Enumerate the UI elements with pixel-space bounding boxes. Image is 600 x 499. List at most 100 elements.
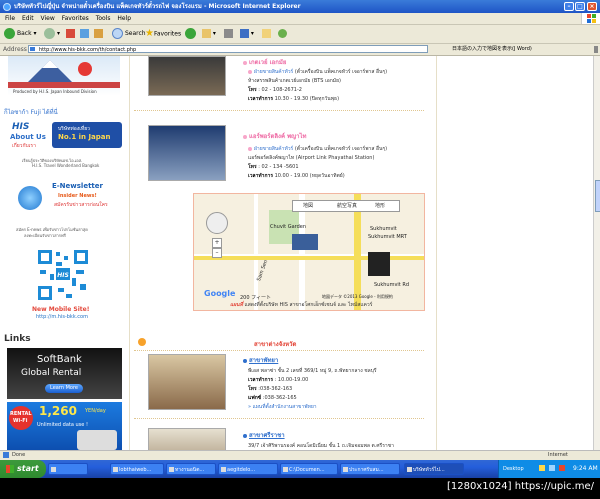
vertical-scrollbar[interactable] <box>593 56 600 450</box>
taskbar-button[interactable]: lobthaiweb... <box>110 463 164 475</box>
window-title-bar[interactable]: บริษัททัวร์ไปญี่ปุ่น จำหน่ายตั๋วเครื่องบ… <box>0 0 600 13</box>
taskbar-button[interactable]: C:\Documen... <box>280 463 338 475</box>
mobile-title[interactable]: New Mobile Site! <box>32 306 89 313</box>
mobile-url[interactable]: http://m.his-bkk.com <box>36 314 88 320</box>
learn-more-button[interactable]: Learn More <box>45 384 83 393</box>
map-tab-map[interactable]: 地図 <box>303 201 313 211</box>
jword-text[interactable]: 日本語の入力で地図を表示(J Word) <box>452 44 532 55</box>
taskbar-button-active[interactable]: บริษัททัวร์ไป... <box>404 463 464 475</box>
page-favicon-icon <box>30 47 35 51</box>
address-input[interactable]: http://www.his-bkk.com/th/contact.php <box>28 45 428 53</box>
taskbar-button[interactable]: ประกาศรับสม... <box>340 463 400 475</box>
svg-text:HIS: HIS <box>57 272 69 279</box>
scrollbar-thumb[interactable] <box>595 180 600 212</box>
branch-map-link-pattaya[interactable]: » แผนที่ตั้งสำนักงานสาขาพัทยา <box>248 403 317 411</box>
close-icon[interactable]: × <box>587 2 597 11</box>
map-pan-control[interactable] <box>206 212 228 234</box>
branch-photo-pattaya <box>148 354 226 410</box>
branch-photo-sriracha <box>148 428 226 450</box>
about-us-title: About Us <box>10 133 46 141</box>
map-type-tabs[interactable]: 地図 航空写真 地形 <box>292 200 400 212</box>
links-heading: Links <box>4 334 31 344</box>
newsletter-banner[interactable]: E-Newsletter Insider News! สมัครรับข่าวส… <box>8 180 124 222</box>
about-us-banner[interactable]: HIS About Us เกี่ยวกับเรา บริษัทท่องเที่… <box>8 120 122 152</box>
newsletter-title: E-Newsletter <box>52 182 103 190</box>
map-tab-satellite[interactable]: 航空写真 <box>337 201 357 211</box>
network-icon[interactable] <box>549 465 555 471</box>
store-photo-airport-link <box>148 125 226 181</box>
separator <box>134 110 424 112</box>
mail-button[interactable]: ▾ <box>202 28 216 40</box>
desktop-toolbar[interactable]: Desktop <box>503 460 524 478</box>
page-done-icon <box>3 452 9 458</box>
softbank-line1: SoftBank <box>37 354 82 365</box>
fuji-link[interactable]: ก็ไอซาก้า Fuji ได้ที่นี่ <box>4 107 58 117</box>
quicklaunch-icon <box>51 467 56 472</box>
quicklaunch[interactable] <box>48 463 88 475</box>
google-logo[interactable]: Google <box>204 289 235 298</box>
menu-tools[interactable]: Tools <box>96 13 111 24</box>
home-button[interactable] <box>94 28 103 40</box>
minimize-icon[interactable]: – <box>564 2 574 11</box>
tray-icon[interactable] <box>559 465 565 471</box>
branch-name-pattaya[interactable]: สาขาพัทยา <box>243 355 278 365</box>
store-hours-gateway: เวลาทำการ 10.30 - 19.30 (ปิดทุกวันพุธ) <box>248 96 340 102</box>
zoom-in-icon[interactable]: + <box>212 238 222 248</box>
history-button[interactable] <box>185 28 198 40</box>
map-marker-image <box>292 234 318 250</box>
print-button[interactable] <box>224 28 233 40</box>
blue-bullet-icon <box>243 433 247 438</box>
forward-button[interactable]: ▾ <box>44 28 60 40</box>
map-copyright[interactable]: 地図データ ©2013 Google - 利用規約 <box>322 294 393 300</box>
tray-icon[interactable] <box>539 465 545 471</box>
messenger-button[interactable] <box>278 28 287 40</box>
refresh-button[interactable] <box>80 28 89 40</box>
japan-inbound-banner[interactable]: Produced by H.I.S. Japan Inbound Divisio… <box>8 56 120 96</box>
rental-line2: Wi-Fi <box>13 418 28 424</box>
store-phone-gateway: โทร : 02 - 108-2671-2 <box>248 87 302 93</box>
menu-edit[interactable]: Edit <box>22 13 34 24</box>
print-icon <box>224 29 233 38</box>
go-icon[interactable] <box>594 46 598 53</box>
qr-code-icon[interactable]: HIS <box>36 248 90 302</box>
edit-button[interactable]: ▾ <box>240 28 254 40</box>
window-icon <box>221 467 226 472</box>
store-name-airport-link[interactable]: แอร์พอร์ตลิงค์ พญาไท <box>243 131 307 141</box>
folder-button[interactable] <box>262 28 271 40</box>
store-photo-gateway <box>148 56 226 96</box>
map-label: Sukhumvit Rd <box>374 282 409 288</box>
back-button[interactable]: Back ▾ <box>4 28 37 40</box>
separator <box>134 418 424 420</box>
back-arrow-icon <box>4 28 15 39</box>
map-tab-terrain[interactable]: 地形 <box>375 201 385 211</box>
taskbar-button[interactable]: aegitdelo... <box>218 463 278 475</box>
home-icon <box>94 29 103 38</box>
menu-file[interactable]: File <box>5 13 15 24</box>
stop-button[interactable] <box>66 28 75 40</box>
menu-favorites[interactable]: Favorites <box>62 13 89 24</box>
branch-name-sriracha[interactable]: สาขาศรีราชา <box>243 430 285 440</box>
softbank-banner[interactable]: SoftBank Global Rental Learn More <box>7 348 122 399</box>
branch-phone-pattaya: โทร :038-362-163 <box>248 386 293 392</box>
taskbar-button[interactable]: ทางานอนิต... <box>166 463 216 475</box>
start-button[interactable]: start <box>0 460 46 478</box>
map-scale: 200 フィート <box>240 295 272 301</box>
maximize-icon[interactable]: □ <box>575 2 585 11</box>
favorites-button[interactable]: ★Favorites <box>145 28 181 40</box>
menu-view[interactable]: View <box>41 13 55 24</box>
rising-sun-icon <box>78 62 92 76</box>
rental-wifi-banner[interactable]: RENTAL Wi-Fi 1,260 YEN/day Unlimited dat… <box>7 402 122 450</box>
google-map[interactable]: 地図 航空写真 地形 + – Sukhumvit Sukhumvit MRT S… <box>193 193 425 311</box>
rental-unit: YEN/day <box>85 408 106 414</box>
store-hours-airport-link: เวลาทำการ 10.00 - 19.00 (หยุดวันอาทิตย์) <box>248 173 345 179</box>
ie-logo-icon <box>3 3 11 11</box>
branch-fax-pattaya: แฟกซ์ :038-362-165 <box>248 395 297 401</box>
menu-help[interactable]: Help <box>117 13 131 24</box>
search-button[interactable]: Search <box>112 28 146 40</box>
his-logo-text: HIS <box>12 122 30 132</box>
banner-stripe <box>8 82 120 88</box>
folder-icon <box>262 29 271 38</box>
zoom-out-icon[interactable]: – <box>212 248 222 258</box>
store-address-gateway: ห้างสรรพสินค้าเกตเวย์เอกมัย (BTS เอกมัย) <box>248 78 341 84</box>
store-name-gateway[interactable]: เกตเวย์ เอกมัย <box>243 57 286 67</box>
